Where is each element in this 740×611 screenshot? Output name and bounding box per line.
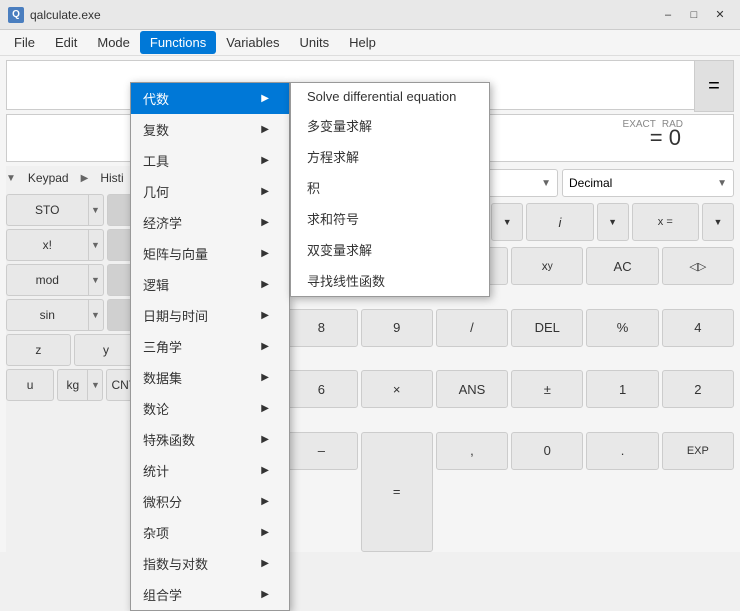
functions-menu-item-14[interactable]: 杂项▶	[131, 517, 289, 548]
rad-indicator: RAD	[662, 119, 683, 130]
sto-btn-container: STO ▼	[6, 194, 104, 226]
algebra-submenu-item-4[interactable]: 求和符号	[291, 203, 489, 234]
ac-button[interactable]: AC	[586, 247, 658, 285]
minus-button[interactable]: –	[285, 432, 357, 470]
main-equals-button[interactable]: =	[361, 432, 433, 552]
dot-button[interactable]: .	[586, 432, 658, 470]
plusminus-button[interactable]: ±	[511, 370, 583, 408]
minimize-button[interactable]: –	[656, 5, 680, 25]
functions-menu-item-9[interactable]: 数据集▶	[131, 362, 289, 393]
functions-menu-item-5[interactable]: 矩阵与向量▶	[131, 238, 289, 269]
sto-arrow[interactable]: ▼	[88, 194, 104, 226]
exact-indicator: EXACT	[623, 119, 656, 130]
xfact-arrow[interactable]: ▼	[88, 229, 104, 261]
functions-menu-item-11[interactable]: 特殊函数▶	[131, 424, 289, 455]
functions-menu-item-15[interactable]: 指数与对数▶	[131, 548, 289, 579]
z-button[interactable]: z	[6, 334, 71, 366]
sto-button[interactable]: STO	[6, 194, 88, 226]
mod-btn-container: mod ▼	[6, 264, 104, 296]
algebra-submenu-item-1[interactable]: 多变量求解	[291, 110, 489, 141]
functions-menu-item-13[interactable]: 微积分▶	[131, 486, 289, 517]
mode-indicators: EXACT RAD	[623, 119, 683, 130]
menu-edit[interactable]: Edit	[45, 31, 87, 54]
functions-menu-item-10[interactable]: 数论▶	[131, 393, 289, 424]
xfact-button[interactable]: x!	[6, 229, 88, 261]
nine-button[interactable]: 9	[361, 309, 433, 347]
del-button[interactable]: DEL	[511, 309, 583, 347]
functions-menu-item-8[interactable]: 三角学▶	[131, 331, 289, 362]
one-button[interactable]: 1	[586, 370, 658, 408]
functions-menu-item-2[interactable]: 工具▶	[131, 145, 289, 176]
pi-arrow[interactable]: ▼	[491, 203, 523, 241]
functions-menu-item-1[interactable]: 复数▶	[131, 114, 289, 145]
exp-button[interactable]: EXP	[662, 432, 734, 470]
ans-button[interactable]: ANS	[436, 370, 508, 408]
four-button[interactable]: 4	[662, 309, 734, 347]
menu-mode[interactable]: Mode	[87, 31, 140, 54]
close-button[interactable]: ✕	[708, 5, 732, 25]
percent-button[interactable]: %	[586, 309, 658, 347]
menu-bar: File Edit Mode Functions Variables Units…	[0, 30, 740, 56]
menu-help[interactable]: Help	[339, 31, 386, 54]
sin-arrow[interactable]: ▼	[88, 299, 104, 331]
functions-menu-item-4[interactable]: 经济学▶	[131, 207, 289, 238]
algebra-submenu-item-2[interactable]: 方程求解	[291, 141, 489, 172]
xeq-button[interactable]: x =	[632, 203, 699, 241]
kg-arrow[interactable]: ▼	[87, 369, 103, 401]
functions-menu-item-12[interactable]: 统计▶	[131, 455, 289, 486]
dropdown-decimal[interactable]: Decimal ▼	[562, 169, 734, 197]
sin-btn-container: sin ▼	[6, 299, 104, 331]
xeq-arrow[interactable]: ▼	[702, 203, 734, 241]
main-area: = EXACT RAD = 0 ▼ Keypad ▶ Histi STO	[0, 56, 740, 552]
keypad-arrow[interactable]: ▼	[6, 173, 16, 184]
functions-menu-item-0[interactable]: 代数▶	[131, 83, 289, 114]
arrows-button[interactable]: ◁▷	[662, 247, 734, 285]
mod-arrow[interactable]: ▼	[88, 264, 104, 296]
eight-button[interactable]: 8	[285, 309, 357, 347]
title-text: qalculate.exe	[30, 8, 654, 22]
xfact-btn-container: x! ▼	[6, 229, 104, 261]
menu-functions[interactable]: Functions	[140, 31, 216, 54]
functions-menu-item-3[interactable]: 几何▶	[131, 176, 289, 207]
history-tab[interactable]: Histi	[92, 169, 131, 187]
keypad-tab[interactable]: Keypad	[20, 169, 77, 187]
comma-button[interactable]: ,	[436, 432, 508, 470]
kg-button[interactable]: kg	[57, 369, 87, 401]
two-button[interactable]: 2	[662, 370, 734, 408]
menu-units[interactable]: Units	[290, 31, 340, 54]
sin-button[interactable]: sin	[6, 299, 88, 331]
u-button[interactable]: u	[6, 369, 54, 401]
functions-menu-item-16[interactable]: 组合学▶	[131, 579, 289, 610]
functions-menu-item-7[interactable]: 日期与时间▶	[131, 300, 289, 331]
menu-variables[interactable]: Variables	[216, 31, 289, 54]
functions-menu: 代数▶复数▶工具▶几何▶经济学▶矩阵与向量▶逻辑▶日期与时间▶三角学▶数据集▶数…	[130, 82, 290, 611]
algebra-submenu: Solve differential equation多变量求解方程求解积求和符…	[290, 82, 490, 297]
i-arrow[interactable]: ▼	[597, 203, 629, 241]
zero-button[interactable]: 0	[511, 432, 583, 470]
algebra-submenu-item-3[interactable]: 积	[291, 172, 489, 203]
maximize-button[interactable]: □	[682, 5, 706, 25]
i-button[interactable]: i	[526, 203, 593, 241]
kg-btn-container: kg ▼	[57, 369, 103, 401]
app-icon: Q	[8, 7, 24, 23]
functions-menu-items: 代数▶复数▶工具▶几何▶经济学▶矩阵与向量▶逻辑▶日期与时间▶三角学▶数据集▶数…	[131, 83, 289, 610]
algebra-submenu-item-6[interactable]: 寻找线性函数	[291, 265, 489, 296]
algebra-submenu-item-5[interactable]: 双变量求解	[291, 234, 489, 265]
history-arrow[interactable]: ▶	[81, 173, 89, 184]
algebra-submenu-item-0[interactable]: Solve differential equation	[291, 83, 489, 110]
pow-button[interactable]: xy	[511, 247, 583, 285]
multiply-button[interactable]: ×	[361, 370, 433, 408]
equals-button[interactable]: =	[694, 60, 734, 112]
title-bar: Q qalculate.exe – □ ✕	[0, 0, 740, 30]
divide-button[interactable]: /	[436, 309, 508, 347]
mod-button[interactable]: mod	[6, 264, 88, 296]
six-button[interactable]: 6	[285, 370, 357, 408]
menu-file[interactable]: File	[4, 31, 45, 54]
functions-menu-item-6[interactable]: 逻辑▶	[131, 269, 289, 300]
y-button[interactable]: y	[74, 334, 139, 366]
algebra-submenu-items: Solve differential equation多变量求解方程求解积求和符…	[291, 83, 489, 296]
